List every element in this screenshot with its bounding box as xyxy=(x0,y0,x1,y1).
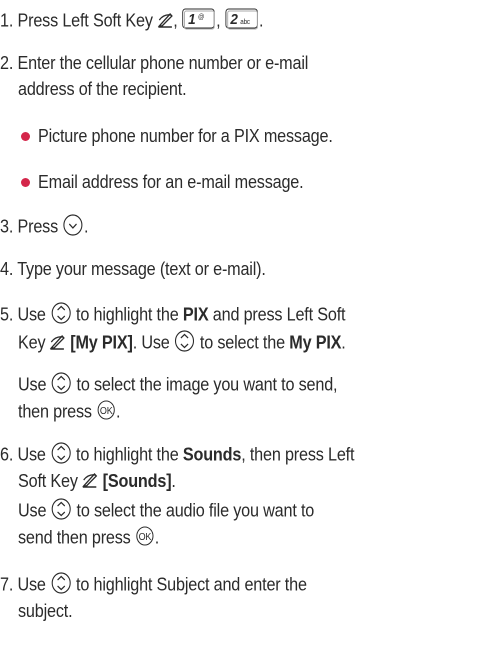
step-text: subject. xyxy=(18,601,73,621)
step-text: address of the recipient. xyxy=(18,79,187,99)
bullet-dot xyxy=(21,132,30,141)
bullet-item: Email address for an e-mail message. xyxy=(38,171,333,193)
step-text: to highlight Subject and enter the xyxy=(76,574,307,595)
ok-key-icon: OK xyxy=(135,526,155,551)
bullet-text: Email address for an e-mail message. xyxy=(38,172,304,192)
step-text: to select the audio file you want to xyxy=(76,500,315,521)
step-text: Press xyxy=(17,216,59,237)
nav-key-icon xyxy=(174,330,196,357)
menu-term: Sounds xyxy=(182,444,242,465)
step-number: 3. xyxy=(0,216,14,237)
step-5-line-4: then press OK. xyxy=(18,400,132,425)
step-text: Use xyxy=(18,374,47,395)
step-end: . xyxy=(154,527,160,548)
step-5-line-1: 5. Use to highlight the PIX and press Le… xyxy=(0,302,384,329)
step-4: 4. Type your message (text or e-mail). xyxy=(0,258,295,280)
step-number: 6. xyxy=(0,444,14,465)
nav-key-icon xyxy=(51,498,73,525)
key-1-icon: 1 @ xyxy=(182,8,216,35)
step-text: . Use xyxy=(132,332,170,353)
step-text: Soft Key xyxy=(18,471,78,491)
step-6-line-4: send then press OK. xyxy=(18,526,175,551)
nav-key-icon xyxy=(51,372,73,399)
step-text: , then press Left xyxy=(241,444,355,465)
step-number: 2. xyxy=(0,53,14,73)
manual-page: 1. Press Left Soft Key , 1 @ , 2 abc . 2. … xyxy=(0,0,477,646)
nav-key-icon xyxy=(50,302,72,329)
step-text: then press xyxy=(18,401,92,422)
ok-key-label: OK xyxy=(139,532,152,544)
bullet-dot xyxy=(21,178,30,187)
step-6-line-2: Soft Key [Sounds]. xyxy=(18,470,193,493)
step-text: . xyxy=(341,332,346,353)
key-2-icon: 2 abc xyxy=(225,8,259,35)
key-1-sub: @ xyxy=(198,14,205,21)
step-number: 4. xyxy=(0,259,14,279)
step-text: . xyxy=(171,471,176,491)
ok-key-icon: OK xyxy=(96,400,116,425)
step-number: 1. xyxy=(0,10,14,31)
step-text: and press Left Soft xyxy=(212,304,346,325)
step-end: . xyxy=(83,216,89,237)
step-7-line-1: 7. Use to highlight Subject and enter th… xyxy=(0,572,341,599)
bullet-text: Picture phone number for a PIX message. xyxy=(38,126,333,146)
step-text: Use xyxy=(17,444,46,465)
nav-key-icon xyxy=(50,442,72,469)
left-soft-key-icon xyxy=(49,333,66,355)
step-1: 1. Press Left Soft Key , 1 @ , 2 abc . xyxy=(0,8,293,35)
step-text: to select the xyxy=(199,332,285,353)
step-3: 3. Press . xyxy=(0,214,98,241)
menu-term: PIX xyxy=(182,304,209,325)
key-2-sub: abc xyxy=(240,19,250,26)
key-2-label: 2 xyxy=(229,11,238,28)
menu-term: [My PIX] xyxy=(70,332,133,353)
bullet-item: Picture phone number for a PIX message. xyxy=(38,125,365,147)
left-soft-key-icon xyxy=(82,471,98,493)
left-soft-key-icon xyxy=(157,11,173,33)
step-end: . xyxy=(115,401,121,422)
step-text: send then press xyxy=(18,527,131,548)
step-number: 7. xyxy=(0,574,14,595)
step-text: Use xyxy=(17,304,46,325)
ok-key-label: OK xyxy=(100,406,113,418)
step-text: to highlight the xyxy=(76,304,179,325)
step-5-line-2: Key [My PIX]. Use to select the My PIX. xyxy=(18,330,382,357)
menu-term: [Sounds] xyxy=(102,471,172,491)
separator: , xyxy=(216,10,221,31)
key-1-label: 1 xyxy=(188,11,196,28)
step-text: Use xyxy=(18,500,47,521)
step-text: Key xyxy=(18,332,46,353)
nav-key-icon xyxy=(50,572,72,599)
step-6-line-3: Use to select the audio file you want to xyxy=(18,498,347,525)
step-end: . xyxy=(259,10,264,31)
step-text: Type your message (text or e-mail). xyxy=(17,259,266,279)
step-text: Use xyxy=(17,574,46,595)
step-text: to highlight the xyxy=(76,444,179,465)
step-number: 5. xyxy=(0,304,14,325)
step-text: Enter the cellular phone number or e-mai… xyxy=(17,53,309,73)
step-2-line-1: 2. Enter the cellular phone number or e-… xyxy=(0,52,342,74)
separator: , xyxy=(173,10,178,31)
menu-term: My PIX xyxy=(289,332,342,353)
step-6-line-1: 6. Use to highlight the Sounds, then pre… xyxy=(0,442,394,469)
step-7-line-2: subject. xyxy=(18,600,78,622)
step-5-line-3: Use to select the image you want to send… xyxy=(18,372,373,399)
step-text: to select the image you want to send, xyxy=(76,374,338,395)
step-2-line-2: address of the recipient. xyxy=(18,78,205,100)
step-text: Press Left Soft Key xyxy=(17,10,153,31)
select-key-icon xyxy=(62,214,84,241)
